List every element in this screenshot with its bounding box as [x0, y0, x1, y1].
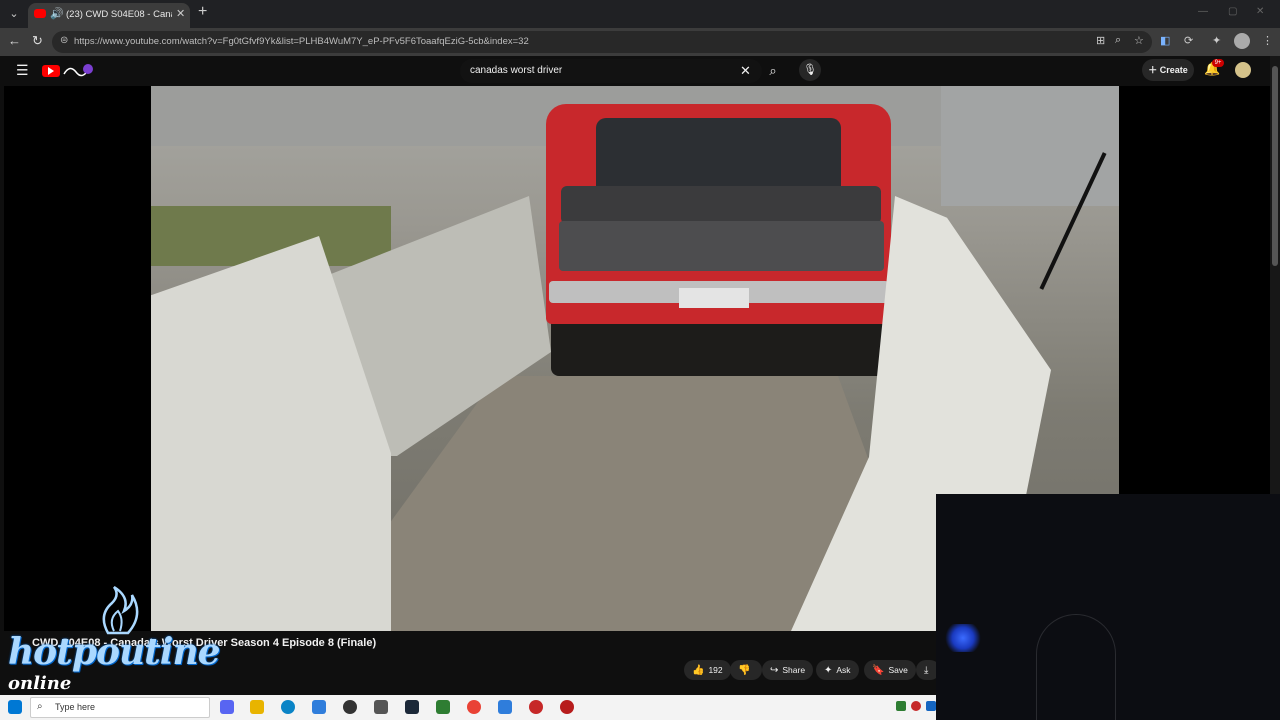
minimize-window-icon[interactable]: —: [1198, 6, 1208, 17]
youtube-header: ☰ canadas worst driver ✕ ⌕ 🎙 ＋ Create 🔔 …: [0, 56, 1270, 86]
like-button[interactable]: 👍 192: [684, 660, 731, 680]
browser-tab-active[interactable]: 🔊 (23) CWD S04E08 - Canada's Wo ✕: [28, 3, 190, 28]
video-background-building: [941, 86, 1119, 206]
webcam-blue-light: [944, 624, 982, 652]
account-avatar[interactable]: [1235, 62, 1251, 78]
watermark-logo-text: hotpoutine: [8, 631, 221, 673]
browser-toolbar: ← ↻ ⊜ https://www.youtube.com/watch?v=Fg…: [0, 28, 1280, 56]
windows-start-icon[interactable]: [8, 700, 22, 714]
menu-hamburger-icon[interactable]: ☰: [16, 62, 29, 79]
streamer-watermark: hotpoutine online: [8, 585, 221, 695]
dislike-button[interactable]: 👎: [730, 660, 763, 680]
maximize-window-icon[interactable]: ▢: [1228, 6, 1237, 17]
settings-gear-icon[interactable]: [374, 700, 388, 714]
notification-badge: 9+: [1212, 59, 1224, 67]
app-blue-icon[interactable]: [312, 700, 326, 714]
create-button[interactable]: ＋ Create: [1142, 59, 1194, 81]
steam-icon[interactable]: [405, 700, 419, 714]
back-arrow-icon[interactable]: ←: [8, 33, 21, 48]
apps-icon[interactable]: ⊞: [1096, 34, 1105, 47]
microphone-icon[interactable]: 🎙: [799, 59, 821, 81]
browser-menu-icon[interactable]: ⋮: [1262, 34, 1273, 47]
tab-title: (23) CWD S04E08 - Canada's Wo: [66, 9, 172, 20]
search-icon[interactable]: ⌕: [762, 59, 784, 83]
watermark-sub-text: online: [8, 673, 72, 694]
tab-close-icon[interactable]: ✕: [176, 7, 185, 20]
file-explorer-icon[interactable]: [250, 700, 264, 714]
address-bar[interactable]: ⊜ https://www.youtube.com/watch?v=Fg0tGf…: [52, 31, 1152, 53]
chrome-icon[interactable]: [467, 700, 481, 714]
app-green-icon[interactable]: [436, 700, 450, 714]
refresh-extension-icon[interactable]: ⟳: [1184, 34, 1193, 47]
tray-red-icon[interactable]: [911, 701, 921, 711]
reload-icon[interactable]: ↻: [32, 33, 43, 49]
app-red-icon[interactable]: [529, 700, 543, 714]
youtube-favicon-icon: [34, 9, 46, 18]
taskbar-search-icon: ⌕: [37, 701, 43, 712]
windows-taskbar: ⌕ Type here: [0, 695, 936, 720]
custom-logo-icon[interactable]: [62, 62, 94, 78]
browser-tab-strip: ⌄ 🔊 (23) CWD S04E08 - Canada's Wo ✕ + — …: [0, 0, 1280, 28]
site-info-icon[interactable]: ⊜: [60, 35, 68, 46]
app-red-2-icon[interactable]: [560, 700, 574, 714]
tray-green-icon[interactable]: [896, 701, 906, 711]
tray-blue-icon[interactable]: [926, 701, 936, 711]
thumbs-down-icon: 👎: [738, 665, 751, 676]
share-arrow-icon: ↪: [770, 665, 779, 676]
ask-label: Ask: [836, 665, 851, 675]
taskbar-search-box[interactable]: ⌕ Type here: [30, 697, 210, 718]
create-label: Create: [1159, 65, 1188, 75]
video-car-windshield: [596, 118, 841, 188]
edge-browser-icon[interactable]: [281, 700, 295, 714]
video-car-shadow: [551, 316, 911, 376]
taskbar-search-placeholder[interactable]: Type here: [55, 702, 95, 712]
thumbs-up-icon: 👍: [692, 665, 705, 676]
bookmark-icon: 🔖: [872, 665, 885, 676]
url-text[interactable]: https://www.youtube.com/watch?v=Fg0tGfvf…: [74, 36, 529, 47]
like-count: 192: [708, 665, 723, 675]
scrollbar-thumb[interactable]: [1272, 66, 1278, 266]
youtube-logo-icon[interactable]: [42, 65, 60, 77]
video-car-grille: [559, 221, 884, 271]
download-icon: ⤓: [924, 665, 929, 676]
webcam-person-silhouette: [1036, 614, 1116, 720]
play-triangle-icon: [48, 67, 54, 75]
zoom-icon[interactable]: ⌕: [1115, 34, 1121, 47]
save-label: Save: [888, 665, 908, 675]
new-tab-button[interactable]: +: [198, 3, 207, 21]
search-bar[interactable]: canadas worst driver ✕: [460, 59, 762, 83]
app-blue-2-icon[interactable]: [498, 700, 512, 714]
bookmark-star-icon[interactable]: ☆: [1134, 34, 1144, 47]
discord-icon[interactable]: [220, 700, 234, 714]
steam-flame-icon: [102, 585, 139, 635]
tab-search-chevron-icon[interactable]: ⌄: [4, 4, 24, 24]
share-label: Share: [782, 665, 806, 675]
close-window-icon[interactable]: ✕: [1256, 6, 1264, 17]
sparkle-icon: ✦: [824, 665, 833, 676]
obs-icon[interactable]: [343, 700, 357, 714]
save-button[interactable]: 🔖 Save: [864, 660, 916, 680]
video-car-hood: [561, 186, 881, 224]
webcam-overlay: [936, 494, 1280, 720]
audio-playing-icon[interactable]: 🔊: [50, 7, 64, 20]
search-input[interactable]: canadas worst driver: [470, 65, 562, 76]
video-car-plate: [679, 288, 749, 308]
ask-button[interactable]: ✦ Ask: [816, 660, 859, 680]
extensions-puzzle-icon[interactable]: ✦: [1212, 34, 1221, 47]
extension-icon[interactable]: ◧: [1160, 34, 1170, 47]
browser-profile-avatar[interactable]: [1234, 33, 1250, 49]
clear-search-icon[interactable]: ✕: [740, 63, 751, 79]
share-button[interactable]: ↪ Share: [762, 660, 814, 680]
